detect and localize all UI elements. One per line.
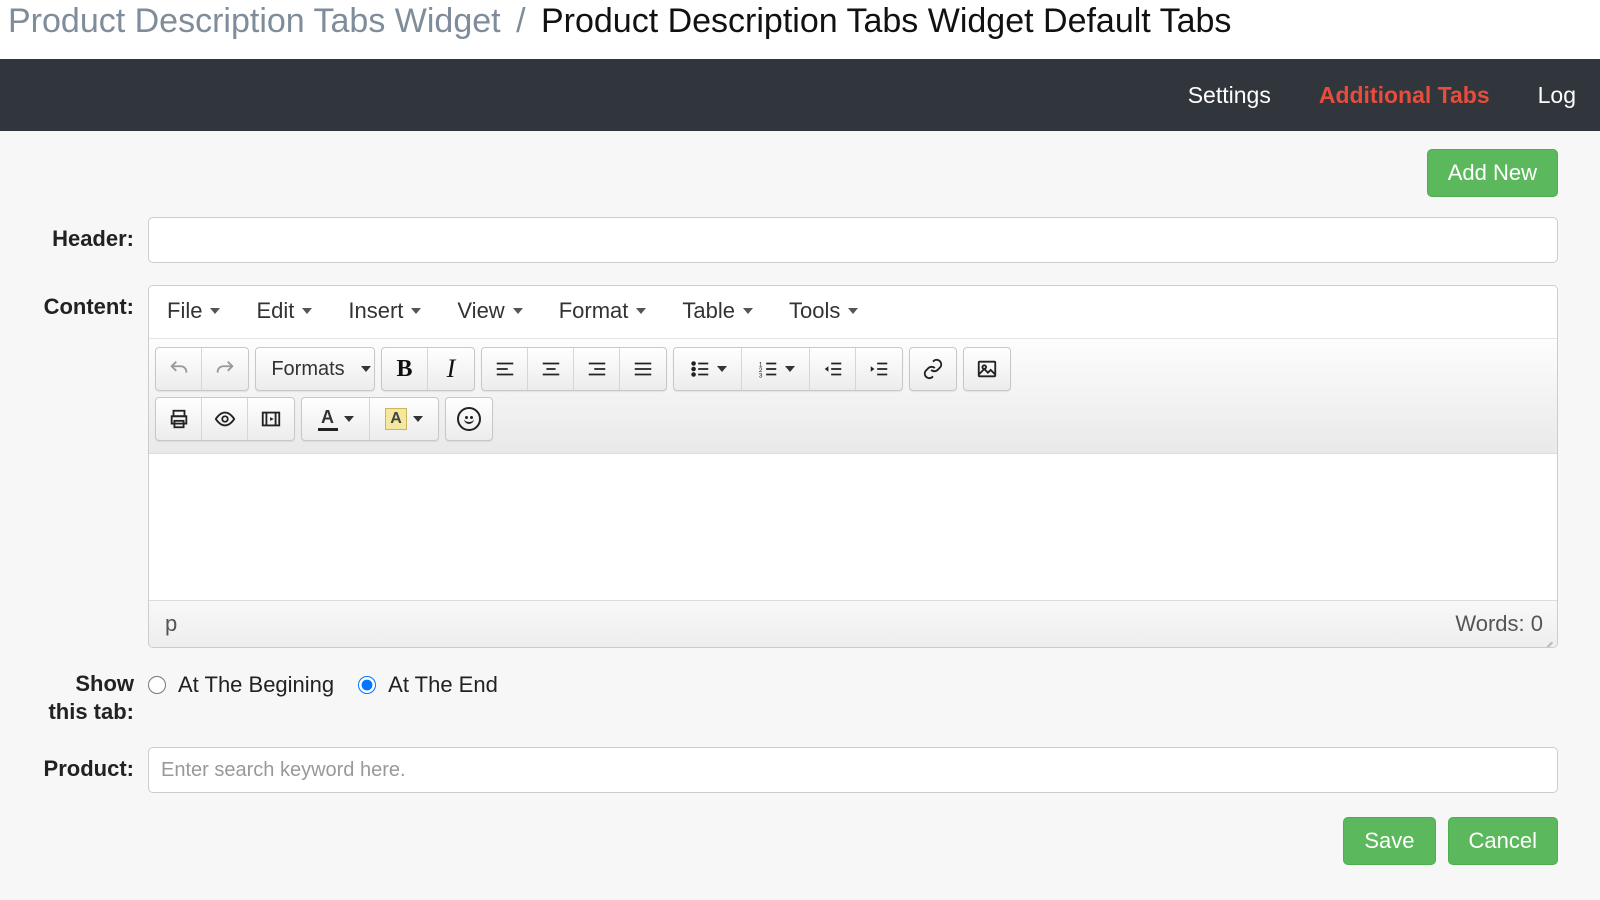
breadcrumb-current: Product Description Tabs Widget Default … [541, 2, 1231, 40]
caret-icon [636, 308, 646, 314]
rich-text-editor: File Edit Insert View Format Table Tools [148, 285, 1558, 648]
bold-button[interactable]: B [382, 348, 428, 390]
radio-at-end[interactable] [358, 676, 376, 694]
emoticons-button[interactable] [446, 398, 492, 440]
label-product: Product: [42, 747, 148, 783]
media-button[interactable] [248, 398, 294, 440]
save-button[interactable]: Save [1343, 817, 1435, 865]
smile-icon [457, 407, 481, 431]
align-center-icon [540, 358, 562, 380]
caret-icon [785, 366, 795, 372]
numbered-list-button[interactable]: 123 [742, 348, 810, 390]
caret-icon [513, 308, 523, 314]
align-right-button[interactable] [574, 348, 620, 390]
nav-additional-tabs[interactable]: Additional Tabs [1295, 82, 1514, 109]
header-input[interactable] [148, 217, 1558, 263]
caret-icon [413, 416, 423, 422]
print-icon [168, 408, 190, 430]
editor-toolbar: Formats B I [149, 339, 1557, 454]
caret-icon [302, 308, 312, 314]
link-button[interactable] [910, 348, 956, 390]
menu-edit[interactable]: Edit [256, 298, 312, 324]
add-new-button[interactable]: Add New [1427, 149, 1558, 197]
caret-icon [344, 416, 354, 422]
outdent-icon [822, 358, 844, 380]
menu-tools[interactable]: Tools [789, 298, 858, 324]
text-color-button[interactable]: A [302, 398, 370, 440]
breadcrumb-separator: / [510, 2, 531, 40]
menu-file[interactable]: File [167, 298, 220, 324]
preview-button[interactable] [202, 398, 248, 440]
label-at-beginning[interactable]: At The Begining [178, 672, 334, 698]
italic-button[interactable]: I [428, 348, 474, 390]
undo-icon [168, 358, 190, 380]
align-right-icon [586, 358, 608, 380]
nav-log[interactable]: Log [1514, 82, 1600, 109]
bullet-list-icon [689, 358, 711, 380]
menu-insert[interactable]: Insert [348, 298, 421, 324]
caret-icon [210, 308, 220, 314]
editor-menubar: File Edit Insert View Format Table Tools [149, 286, 1557, 339]
print-button[interactable] [156, 398, 202, 440]
bold-icon: B [396, 356, 412, 383]
text-color-icon: A [318, 408, 338, 431]
numbered-list-icon: 123 [757, 358, 779, 380]
product-search-input[interactable] [148, 747, 1558, 793]
editor-statusbar: p Words: 0 [149, 600, 1557, 647]
link-icon [922, 358, 944, 380]
media-icon [260, 408, 282, 430]
bullet-list-button[interactable] [674, 348, 742, 390]
formats-dropdown[interactable]: Formats [256, 348, 374, 390]
label-show-tab: Show this tab: [42, 670, 148, 725]
editor-path[interactable]: p [165, 611, 177, 637]
caret-icon [848, 308, 858, 314]
label-content: Content: [42, 285, 148, 321]
redo-button[interactable] [202, 348, 248, 390]
label-at-end[interactable]: At The End [388, 672, 498, 698]
align-justify-button[interactable] [620, 348, 666, 390]
indent-button[interactable] [856, 348, 902, 390]
menu-view[interactable]: View [457, 298, 522, 324]
radio-at-beginning[interactable] [148, 676, 166, 694]
caret-icon [717, 366, 727, 372]
editor-wordcount: Words: 0 [1455, 611, 1543, 637]
caret-icon [361, 366, 371, 372]
background-color-icon: A [385, 408, 407, 430]
align-center-button[interactable] [528, 348, 574, 390]
menu-table[interactable]: Table [682, 298, 753, 324]
eye-icon [214, 408, 236, 430]
navbar: Settings Additional Tabs Log [0, 59, 1600, 131]
align-left-button[interactable] [482, 348, 528, 390]
breadcrumb: Product Description Tabs Widget / Produc… [0, 0, 1600, 59]
cancel-button[interactable]: Cancel [1448, 817, 1558, 865]
breadcrumb-parent[interactable]: Product Description Tabs Widget [8, 2, 501, 40]
image-icon [976, 358, 998, 380]
editor-body[interactable] [149, 454, 1557, 600]
align-justify-icon [632, 358, 654, 380]
redo-icon [214, 358, 236, 380]
label-header: Header: [42, 217, 148, 253]
resize-grip-icon[interactable] [1539, 629, 1553, 643]
caret-icon [411, 308, 421, 314]
undo-button[interactable] [156, 348, 202, 390]
caret-icon [743, 308, 753, 314]
menu-format[interactable]: Format [559, 298, 647, 324]
outdent-button[interactable] [810, 348, 856, 390]
background-color-button[interactable]: A [370, 398, 438, 440]
nav-settings[interactable]: Settings [1164, 82, 1295, 109]
indent-icon [868, 358, 890, 380]
align-left-icon [494, 358, 516, 380]
italic-icon: I [447, 354, 456, 384]
image-button[interactable] [964, 348, 1010, 390]
svg-text:3: 3 [758, 372, 762, 379]
